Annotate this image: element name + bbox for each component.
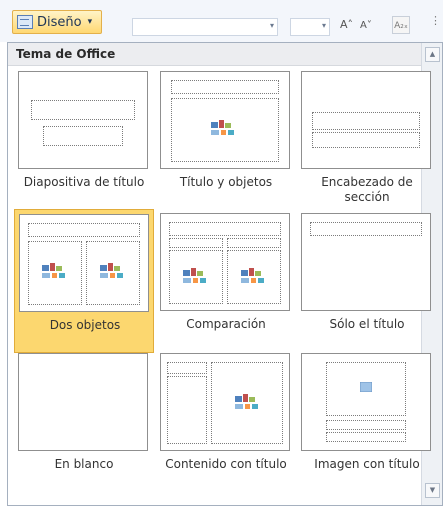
layout-tile-content-caption[interactable]: Contenido con título	[156, 349, 296, 499]
font-size-combobox[interactable]: ▾	[290, 18, 330, 36]
picture-placeholder-icon	[360, 382, 372, 392]
layout-tile-label: Encabezado de sección	[321, 175, 413, 204]
content-placeholder-icon	[235, 394, 258, 409]
layout-tile-label: Diapositiva de título	[23, 175, 145, 189]
chevron-down-icon: ▾	[269, 21, 274, 30]
ribbon-more-icon: ⋮	[430, 14, 441, 27]
layout-tile-comparison[interactable]: Comparación	[156, 209, 296, 353]
layout-tile-section-header[interactable]: Encabezado de sección	[297, 67, 437, 213]
layout-tile-label: En blanco	[54, 457, 114, 471]
layout-tile-label: Dos objetos	[49, 318, 121, 332]
layout-tile-title-slide[interactable]: Diapositiva de título	[14, 67, 154, 213]
content-placeholder-icon	[183, 268, 206, 283]
layout-thumbnail	[18, 71, 148, 169]
layout-tile-label: Contenido con título	[165, 457, 287, 471]
layout-tile-title-only[interactable]: Sólo el título	[297, 209, 437, 353]
layout-tile-label: Título y objetos	[179, 175, 273, 189]
layout-thumbnail	[301, 353, 431, 451]
layout-tile-blank[interactable]: En blanco	[14, 349, 154, 499]
layout-thumbnail	[160, 353, 290, 451]
layout-icon	[17, 15, 33, 29]
chevron-down-icon: ▾	[87, 17, 93, 27]
layout-thumbnail	[18, 353, 148, 451]
layout-tile-label: Comparación	[186, 317, 266, 331]
layout-tile-label: Imagen con título	[314, 457, 420, 471]
gallery-group-header: Tema de Office	[8, 43, 422, 66]
content-placeholder-icon	[42, 263, 65, 278]
shrink-font-button[interactable]: A˅	[360, 20, 372, 31]
layout-dropdown-button[interactable]: Diseño ▾	[12, 10, 102, 34]
layout-tile-picture-caption[interactable]: Imagen con título	[297, 349, 437, 499]
layout-tile-label: Sólo el título	[329, 317, 405, 331]
layout-thumbnail	[301, 213, 431, 311]
content-placeholder-icon	[241, 268, 264, 283]
gallery-group-title: Tema de Office	[16, 47, 116, 61]
layout-button-label: Diseño	[37, 14, 82, 30]
clear-formatting-button[interactable]: A₂ₓ	[392, 16, 410, 34]
layout-tile-title-content[interactable]: Título y objetos	[156, 67, 296, 213]
content-placeholder-icon	[211, 120, 234, 135]
chevron-down-icon: ▾	[321, 21, 326, 30]
grow-font-button[interactable]: A˄	[340, 18, 353, 31]
layout-thumbnail	[301, 71, 431, 169]
layout-thumbnail	[160, 213, 290, 311]
content-placeholder-icon	[100, 263, 123, 278]
layout-tile-two-content[interactable]: Dos objetos	[14, 209, 154, 353]
scroll-up-button[interactable]: ▲	[425, 47, 440, 62]
layout-gallery: Tema de Office ▲ ▼ Diapositiva de título	[7, 42, 443, 506]
ribbon-strip: Diseño ▾ ▾ ▾ A˄ A˅ A₂ₓ ⋮	[0, 0, 443, 42]
layout-dropdown-screen: Diseño ▾ ▾ ▾ A˄ A˅ A₂ₓ ⋮ Tema de Office …	[0, 0, 443, 506]
layout-thumbnail	[19, 214, 149, 312]
font-name-combobox[interactable]: ▾	[132, 18, 278, 36]
layout-thumbnail	[160, 71, 290, 169]
